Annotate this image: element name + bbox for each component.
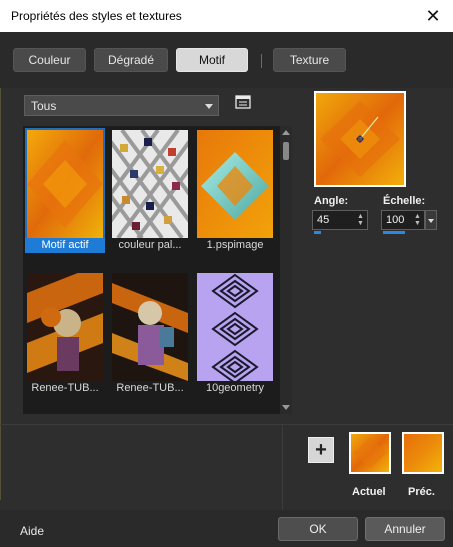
pattern-caption: Renee-TUB... — [116, 382, 184, 394]
add-swatch-button[interactable]: + — [308, 437, 334, 463]
pattern-item-motif-actif[interactable]: Motif actif — [25, 128, 105, 253]
pattern-preview[interactable] — [314, 91, 406, 187]
pattern-item-couleur-palette[interactable]: couleur pal... — [110, 128, 190, 253]
dialog-footer: Aide OK Annuler — [0, 510, 453, 547]
angle-spinner[interactable]: 45 ▲ ▼ — [312, 210, 368, 234]
help-link[interactable]: Aide — [20, 524, 44, 538]
scale-label: Échelle: — [383, 195, 426, 207]
current-swatch-label: Actuel — [352, 486, 386, 498]
window-title: Propriétés des styles et textures — [11, 9, 182, 23]
previous-swatch-label: Préc. — [408, 486, 435, 498]
scale-value: 100 — [386, 214, 405, 226]
library-icon[interactable] — [235, 95, 251, 109]
previous-swatch[interactable] — [402, 432, 444, 474]
tab-degrade[interactable]: Dégradé — [94, 48, 168, 72]
pattern-thumbnail — [197, 273, 273, 381]
tab-motif[interactable]: Motif — [176, 48, 248, 72]
spinner-arrows-icon[interactable]: ▲ ▼ — [356, 213, 365, 227]
pattern-item-renee-tube-1[interactable]: Renee-TUB... — [25, 271, 105, 396]
tab-couleur[interactable]: Couleur — [13, 48, 86, 72]
divider — [0, 424, 453, 425]
spinner-arrows-icon[interactable]: ▲ ▼ — [413, 213, 422, 227]
scroll-down-icon[interactable] — [282, 405, 290, 410]
category-select[interactable]: Tous — [24, 95, 219, 116]
window-edge — [0, 60, 1, 500]
angle-level-bar — [314, 231, 321, 234]
scale-spinner[interactable]: 100 ▲ ▼ — [381, 210, 425, 234]
pattern-item-renee-tube-2[interactable]: Renee-TUB... — [110, 271, 190, 396]
tab-texture[interactable]: Texture — [273, 48, 346, 72]
pattern-item-10geometry[interactable]: 10geometry — [195, 271, 275, 396]
pattern-caption: Renee-TUB... — [31, 382, 99, 394]
pattern-thumbnail — [27, 273, 103, 381]
divider — [282, 424, 283, 510]
scrollbar-thumb[interactable] — [283, 142, 289, 160]
chevron-down-icon — [428, 219, 434, 223]
ok-button[interactable]: OK — [278, 517, 358, 541]
chevron-down-icon — [205, 104, 213, 109]
pattern-caption: couleur pal... — [118, 239, 182, 251]
pattern-thumbnail — [112, 130, 188, 238]
category-select-value: Tous — [31, 99, 57, 113]
scale-dropdown-button[interactable] — [425, 210, 437, 230]
current-swatch-image — [351, 434, 389, 472]
pattern-caption: 10geometry — [205, 382, 265, 394]
pattern-thumbnail — [112, 273, 188, 381]
pattern-grid: Motif actif couleur pal... 1.pspimage Re… — [23, 126, 280, 414]
angle-label: Angle: — [314, 195, 349, 207]
angle-value: 45 — [317, 214, 330, 226]
pattern-preview-image — [316, 93, 404, 185]
pattern-scrollbar[interactable] — [280, 126, 292, 414]
pattern-thumbnail — [27, 130, 103, 238]
cancel-button[interactable]: Annuler — [365, 517, 445, 541]
tab-separator — [261, 54, 262, 68]
scale-level-bar — [383, 231, 405, 234]
current-swatch[interactable] — [349, 432, 391, 474]
pattern-caption: 1.pspimage — [206, 239, 264, 251]
scroll-up-icon[interactable] — [282, 130, 290, 135]
pattern-caption: Motif actif — [25, 238, 105, 253]
tab-bar: Couleur Dégradé Motif Texture — [0, 32, 453, 88]
previous-swatch-image — [404, 434, 442, 472]
close-icon[interactable]: ✕ — [413, 0, 453, 32]
pattern-item-1-pspimage[interactable]: 1.pspimage — [195, 128, 275, 253]
pattern-thumbnail — [197, 130, 273, 238]
title-bar: Propriétés des styles et textures ✕ — [0, 0, 453, 32]
